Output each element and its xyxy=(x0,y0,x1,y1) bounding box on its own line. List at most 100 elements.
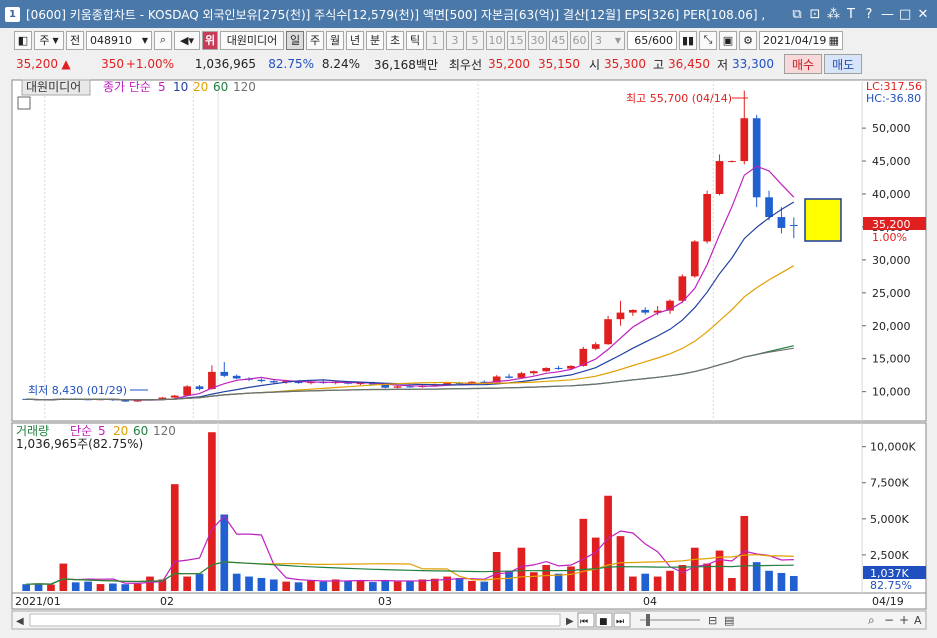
volume-bar[interactable] xyxy=(121,584,130,591)
speaker-icon[interactable]: ◀▾ xyxy=(174,30,200,50)
volume-bar[interactable] xyxy=(529,572,538,591)
candle[interactable] xyxy=(505,376,513,378)
zoom-out-icon[interactable]: ⊟ xyxy=(708,614,717,627)
minimize-icon[interactable]: — xyxy=(881,7,894,22)
maximize-icon[interactable]: □ xyxy=(899,7,911,22)
code-input[interactable]: 048910 ▼ xyxy=(86,30,152,50)
volume-bar[interactable] xyxy=(146,576,154,591)
volume-bar[interactable] xyxy=(133,583,142,591)
volume-bar[interactable] xyxy=(468,580,476,591)
period-week-button[interactable]: 주 xyxy=(306,30,324,50)
close-icon[interactable]: ✕ xyxy=(917,7,929,22)
volume-bar[interactable] xyxy=(666,570,674,591)
chart-type-icon[interactable]: ▤ xyxy=(724,614,734,627)
scroll-right-icon[interactable]: ▶ xyxy=(566,616,574,627)
settings-window-icon[interactable]: ⁂ xyxy=(827,7,840,22)
volume-bar[interactable] xyxy=(294,582,303,591)
interval-45-button[interactable]: 45 xyxy=(549,30,568,50)
volume-bar[interactable] xyxy=(690,547,699,591)
candle-icon[interactable]: ▮▮ xyxy=(679,30,697,50)
count-select[interactable]: 3 ▼ xyxy=(591,30,625,50)
period-minute-button[interactable]: 분 xyxy=(366,30,384,50)
candle[interactable] xyxy=(220,371,229,376)
data-table-icon[interactable] xyxy=(17,96,31,110)
candle[interactable] xyxy=(591,344,600,349)
volume-bar[interactable] xyxy=(22,584,31,591)
candle[interactable] xyxy=(406,386,414,388)
volume-bar[interactable] xyxy=(183,576,191,591)
volume-bar[interactable] xyxy=(542,565,551,591)
volume-bar[interactable] xyxy=(59,563,68,591)
candle[interactable] xyxy=(208,371,216,390)
gear-icon[interactable]: ⚙ xyxy=(739,30,757,50)
volume-bar[interactable] xyxy=(641,573,650,591)
volume-bar[interactable] xyxy=(307,580,315,591)
volume-bar[interactable] xyxy=(480,581,489,591)
candle[interactable] xyxy=(752,118,761,198)
volume-bar[interactable] xyxy=(71,582,80,591)
copy-window-icon[interactable]: ⊡ xyxy=(809,7,821,22)
buy-button[interactable]: 매수 xyxy=(784,54,823,74)
save-icon[interactable]: ▣ xyxy=(719,30,737,50)
font-icon[interactable]: T xyxy=(845,7,857,22)
candle[interactable] xyxy=(257,379,266,382)
volume-bar[interactable] xyxy=(777,572,786,591)
candle[interactable] xyxy=(183,386,191,396)
candle[interactable] xyxy=(678,276,687,301)
scroll-track[interactable] xyxy=(29,613,561,627)
market-select[interactable]: 주 ▼ xyxy=(34,30,64,50)
interval-1-button[interactable]: 1 xyxy=(426,30,444,50)
volume-bar[interactable] xyxy=(455,578,464,591)
volume-bar[interactable] xyxy=(356,580,365,591)
candle[interactable] xyxy=(616,312,625,320)
candle[interactable] xyxy=(765,197,773,218)
candle[interactable] xyxy=(789,224,798,226)
volume-bar[interactable] xyxy=(282,581,291,591)
candle[interactable] xyxy=(703,194,711,242)
volume-bar[interactable] xyxy=(406,580,414,591)
period-day-button[interactable]: 일 xyxy=(286,30,304,50)
candle[interactable] xyxy=(777,217,786,228)
volume-bar[interactable] xyxy=(728,578,736,591)
volume-bar[interactable] xyxy=(195,573,204,591)
volume-bar[interactable] xyxy=(381,580,390,591)
chart-area[interactable]: 50,00045,00040,00035,00030,00025,00020,0… xyxy=(0,78,937,635)
layout-icon[interactable]: ◧ xyxy=(14,30,32,50)
candle[interactable] xyxy=(232,375,241,379)
volume-bar[interactable] xyxy=(703,563,711,591)
volume-bar[interactable] xyxy=(220,514,229,591)
volume-bar[interactable] xyxy=(34,583,43,591)
interval-15-button[interactable]: 15 xyxy=(507,30,526,50)
volume-bar[interactable] xyxy=(269,579,278,591)
interval-30-button[interactable]: 30 xyxy=(528,30,547,50)
volume-bar[interactable] xyxy=(579,518,588,591)
auto-scale-icon[interactable]: A xyxy=(914,614,922,627)
volume-bar[interactable] xyxy=(393,581,402,591)
volume-bar[interactable] xyxy=(319,581,328,591)
period-tick-button[interactable]: 틱 xyxy=(406,30,424,50)
interval-5-button[interactable]: 5 xyxy=(466,30,484,50)
interval-3-button[interactable]: 3 xyxy=(446,30,464,50)
volume-bar[interactable] xyxy=(591,537,600,591)
help-icon[interactable]: ? xyxy=(863,7,875,22)
candle[interactable] xyxy=(740,118,749,162)
candle[interactable] xyxy=(542,367,551,372)
candle[interactable] xyxy=(629,309,637,313)
period-month-button[interactable]: 월 xyxy=(326,30,344,50)
link-window-icon[interactable]: ⧉ xyxy=(791,7,803,22)
volume-bar[interactable] xyxy=(369,582,377,591)
market-all-button[interactable]: 전 xyxy=(66,30,84,50)
volume-bar[interactable] xyxy=(604,495,612,591)
volume-bar[interactable] xyxy=(653,576,662,591)
stock-chart[interactable]: 50,00045,00040,00035,00030,00025,00020,0… xyxy=(0,78,937,635)
volume-bar[interactable] xyxy=(109,583,117,591)
candle[interactable] xyxy=(393,386,402,388)
candle[interactable] xyxy=(554,367,563,369)
volume-bar[interactable] xyxy=(47,584,55,591)
tools-icon[interactable]: ⤡ xyxy=(699,30,717,50)
interval-10-button[interactable]: 10 xyxy=(486,30,505,50)
minus-icon[interactable]: − xyxy=(884,613,894,627)
magnify-icon[interactable]: ⌕ xyxy=(868,613,875,627)
interval-60-button[interactable]: 60 xyxy=(570,30,589,50)
candle[interactable] xyxy=(195,386,204,390)
